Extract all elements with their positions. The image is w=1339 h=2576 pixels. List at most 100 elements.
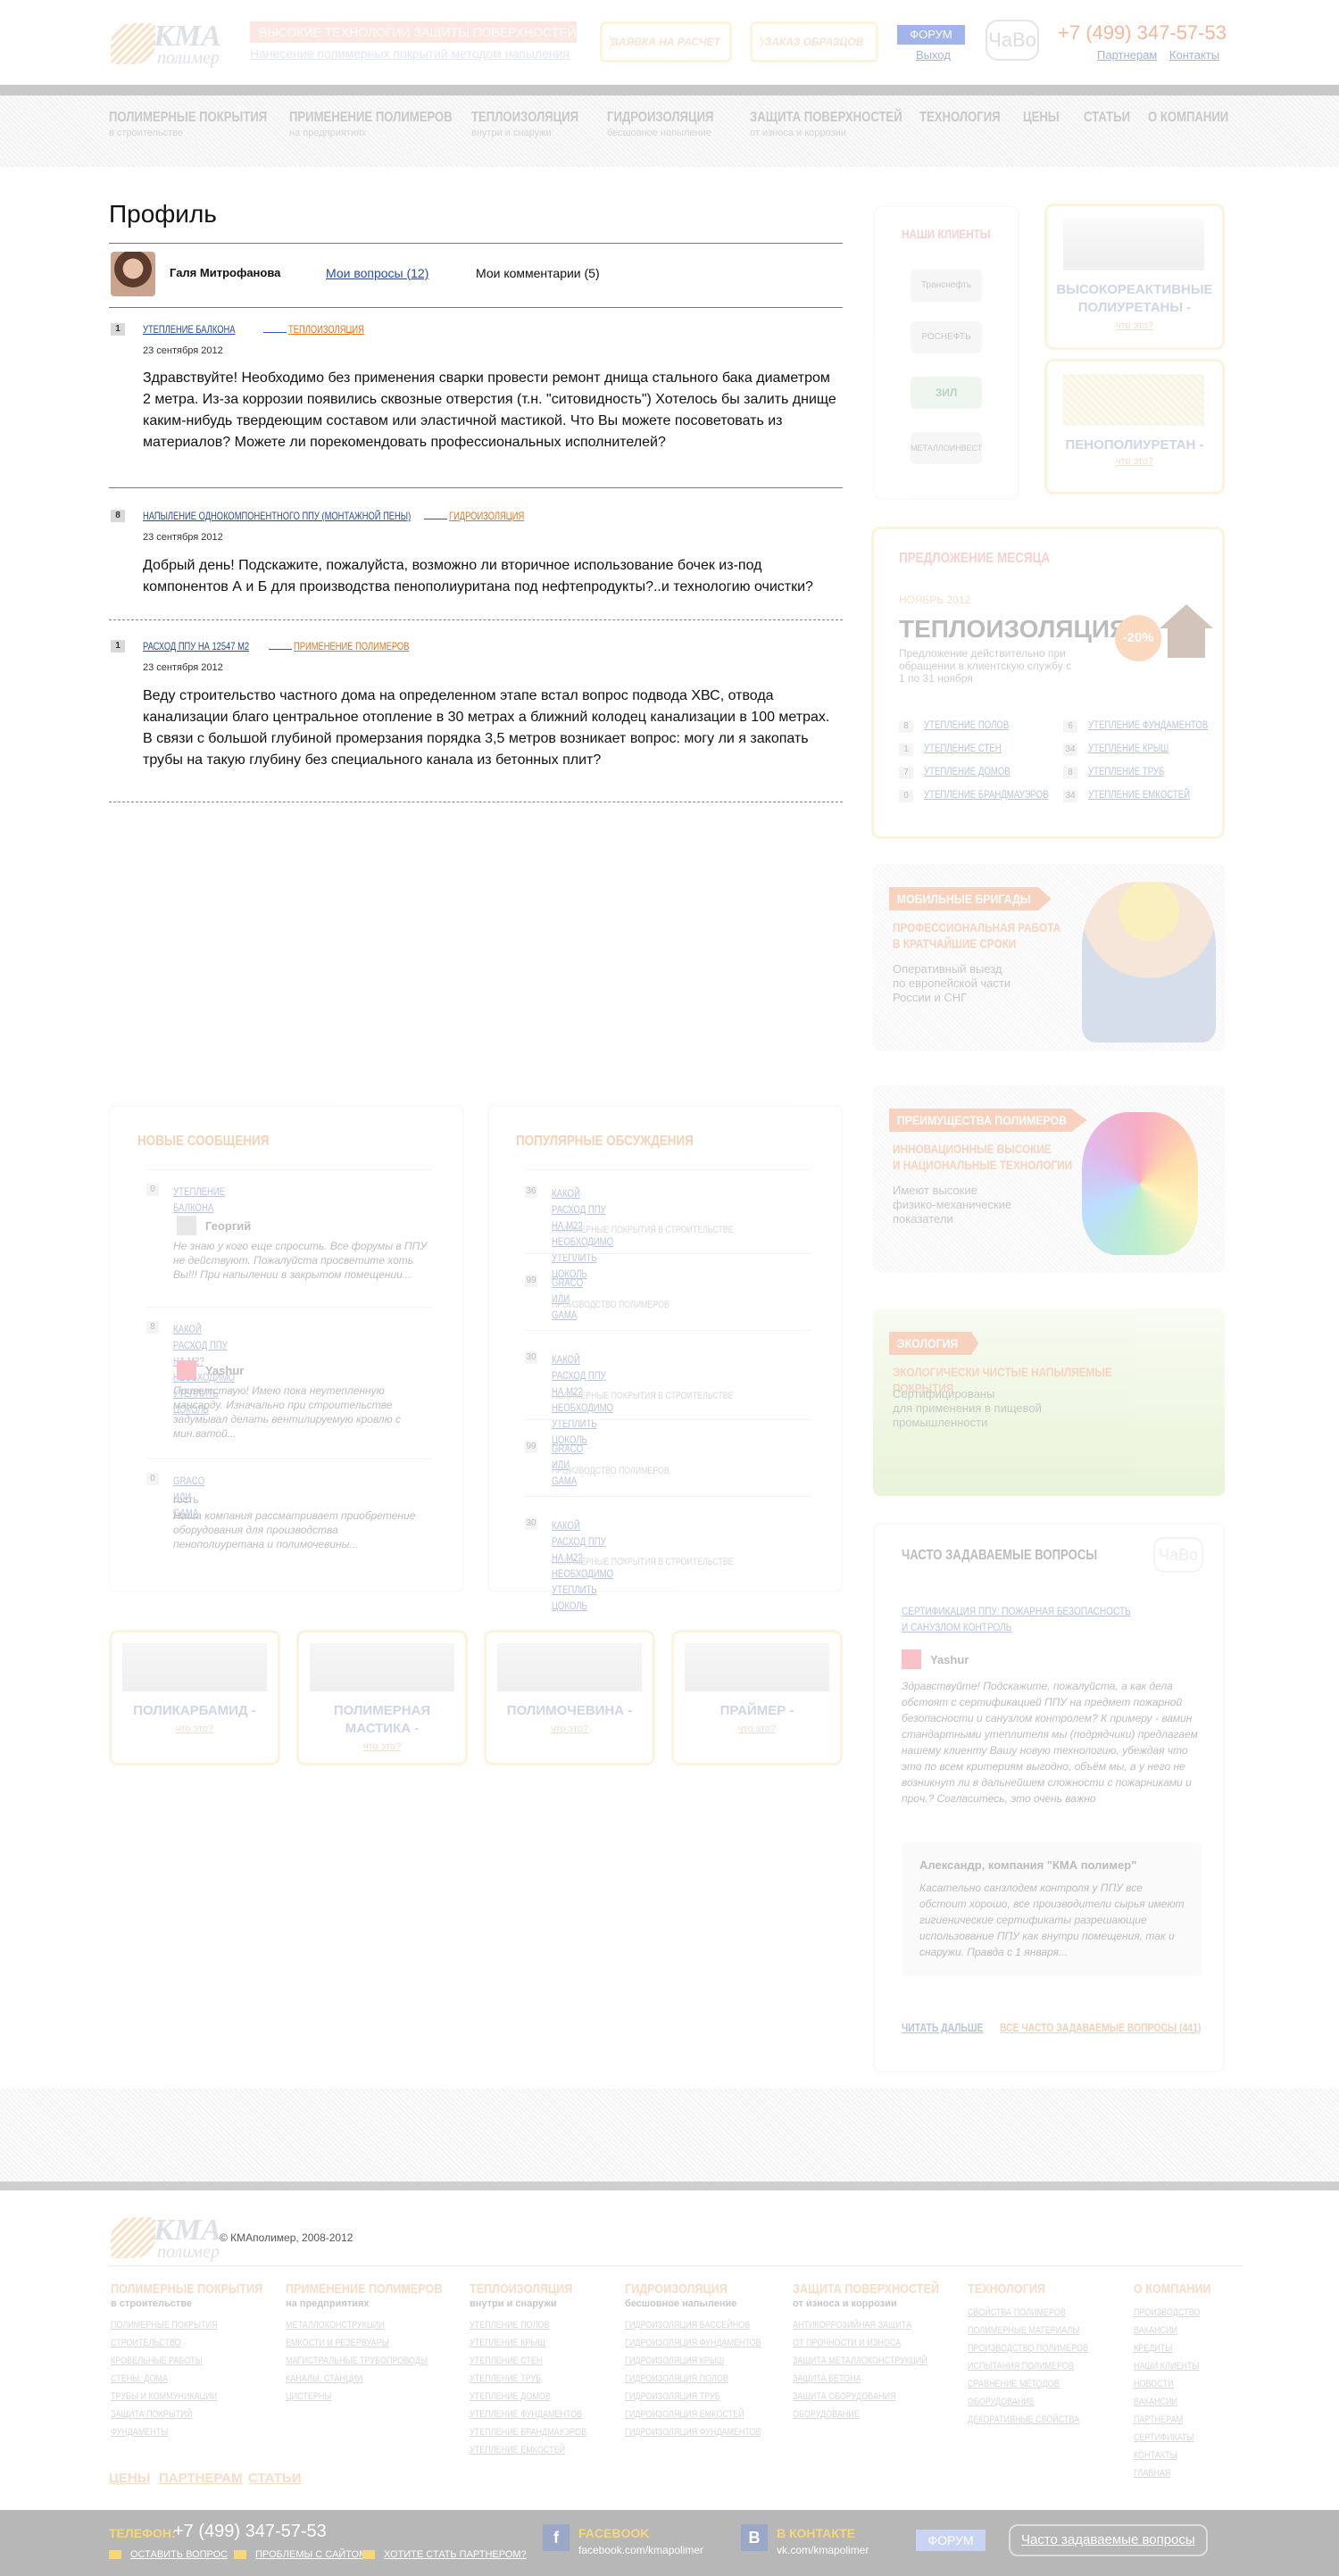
facebook-icon: f (543, 2524, 570, 2551)
product-what-link[interactable]: что это? (492, 1724, 647, 1734)
nav-item-coatings[interactable]: ПОЛИМЕРНЫЕ ПОКРЫТИЯ в строительстве (109, 110, 302, 138)
product-card-primer[interactable]: ПРАЙМЕР - что это? (671, 1630, 843, 1766)
nav-item-technology[interactable]: ТЕХНОЛОГИЯ (919, 110, 1018, 126)
forum-link[interactable]: ФОРУМ (897, 25, 965, 45)
question-breadcrumb: РАСХОД ППУ НА 12547 М2 ПРИМЕНЕНИЕ ПОЛИМЕР… (143, 640, 442, 652)
question-section-link[interactable]: ТЕПЛОИЗОЛЯЦИЯ (288, 323, 364, 336)
offer-list-item[interactable]: 7 УТЕПЛЕНИЕ ДОМОВ (899, 765, 1032, 779)
nav-item-insulation[interactable]: ТЕПЛОИЗОЛЯЦИЯ внутри и снаружи (471, 110, 602, 138)
arrow-right-icon (268, 642, 292, 650)
request-quote-button[interactable]: ЗАЯВКА НА РАСЧЕТ (600, 21, 732, 62)
divider (525, 1496, 811, 1497)
footer-logo[interactable]: КМА полимер (111, 2214, 236, 2263)
question-category-link[interactable]: УТЕПЛЕНИЕ БАЛКОНА (143, 323, 236, 336)
site-logo[interactable]: КМА полимер (111, 20, 236, 69)
header-subtagline[interactable]: Нанесение полимерных покрытий методом на… (250, 46, 570, 61)
envelope-icon (109, 2550, 121, 2560)
nav-item-about[interactable]: О КОМПАНИИ (1148, 110, 1246, 126)
offer-list-item[interactable]: 0 УТЕПЛЕНИЕ БРАНДМАУЭРОВ (899, 788, 1080, 802)
footer-forum-link[interactable]: ФОРУМ (916, 2530, 986, 2551)
footer-phone: +7 (499) 347-57-53 (173, 2522, 327, 2541)
footer-faq-link[interactable]: Часто задаваемые вопросы (1009, 2524, 1208, 2556)
promo-polymer-advantages[interactable]: ПРЕИМУЩЕСТВА ПОЛИМЕРОВ ИННОВАЦИОННЫЕ ВЫС… (873, 1085, 1225, 1273)
offer-headline: ТЕПЛОИЗОЛЯЦИЯ (899, 615, 1128, 643)
offer-title: ПРЕДЛОЖЕНИЕ МЕСЯЦА (899, 551, 1051, 566)
product-title: ВЫСОКОРЕАКТИВНЫЕ ПОЛИУРЕТАНЫ - (1056, 282, 1213, 315)
question-section-link[interactable]: ГИДРОИЗОЛЯЦИЯ (449, 510, 524, 522)
question-category-link[interactable]: НАПЫЛЕНИЕ ОДНОКОМПОНЕНТНОГО ППУ (МОНТАЖН… (143, 510, 411, 522)
author-name: Yashur (205, 1364, 245, 1377)
product-what-link[interactable]: что это? (117, 1724, 272, 1734)
product-card-hr-polyurethanes[interactable]: ВЫСОКОРЕАКТИВНЫЕ ПОЛИУРЕТАНЫ - что это? (1044, 204, 1225, 350)
offer-month: НОЯБРЬ 2012 (899, 594, 971, 606)
logout-link[interactable]: Выход (916, 48, 951, 62)
topic-link[interactable]: УТЕПЛЕНИЕ БАЛКОНА (173, 1184, 225, 1216)
order-samples-button[interactable]: ЗАКАЗ ОБРАЗЦОВ (750, 21, 878, 62)
topic-link[interactable]: GRACO ИЛИ GAMA (552, 1275, 583, 1323)
offer-list-item[interactable]: 34 УТЕПЛЕНИЕ ЕМКОСТЕЙ (1063, 788, 1216, 802)
product-image (497, 1643, 642, 1691)
arrow-right-icon (423, 511, 447, 519)
product-card-mastic[interactable]: ПОЛИМЕРНАЯ МАСТИКА - что это? (296, 1630, 468, 1766)
faq-badge-icon[interactable]: ЧаВо (986, 20, 1039, 61)
product-card-ppu[interactable]: ПЕНОПОЛИУРЕТАН - что это? (1044, 359, 1225, 494)
divider (109, 243, 843, 244)
product-what-link[interactable]: что это? (1056, 456, 1213, 467)
promo-mobile-teams[interactable]: МОБИЛЬНЫЕ БРИГАДЫ ПРОФЕССИОНАЛЬНАЯ РАБОТ… (873, 864, 1225, 1051)
message-excerpt: Приветствую! Имею пока неутепленную манс… (173, 1384, 401, 1440)
partners-link[interactable]: Партнерам (1097, 48, 1157, 62)
footer-articles-link[interactable]: СТАТЬИ (248, 2471, 302, 2486)
product-title: ПОЛИМОЧЕВИНА - (506, 1703, 633, 1718)
product-what-link[interactable]: что это? (1056, 320, 1213, 331)
topic-section: ПОЛИМЕРНЫЕ ПОКРЫТИЯ В СТРОИТЕЛЬСТВЕ (552, 1557, 734, 1567)
my-comments-tab[interactable]: Мои комментарии (5) (476, 266, 600, 280)
faq-question-link[interactable]: СЕРТИФИКАЦИЯ ППУ: ПОЖАРНАЯ БЕЗОПАСНОСТЬ … (902, 1603, 1131, 1635)
header-phone: +7 (499) 347-57-53 (1058, 21, 1227, 44)
client-logo: РОСНЕФТЬ (911, 321, 982, 353)
question-category-link[interactable]: РАСХОД ППУ НА 12547 М2 (143, 640, 249, 652)
product-what-link[interactable]: что это? (679, 1724, 835, 1734)
offer-list-item[interactable]: 8 УТЕПЛЕНИЕ ПОЛОВ (899, 719, 1030, 733)
ask-question-link[interactable]: ОСТАВИТЬ ВОПРОС (109, 2549, 228, 2560)
nav-item-waterproofing[interactable]: ГИДРОИЗОЛЯЦИЯ бесшовное напыление (607, 110, 737, 138)
nav-item-prices[interactable]: ЦЕНЫ (1023, 110, 1068, 126)
question-section-link[interactable]: ПРИМЕНЕНИЕ ПОЛИМЕРОВ (294, 640, 409, 652)
divider (525, 1253, 811, 1254)
offer-list-item[interactable]: 8 УТЕПЛЕНИЕ ТРУБ (1063, 765, 1184, 779)
product-image (310, 1643, 454, 1691)
arrow-right-icon (262, 325, 287, 333)
panel-title: ПОПУЛЯРНЫЕ ОБСУЖДЕНИЯ (516, 1134, 694, 1149)
faq-title: ЧАСТО ЗАДАВАЕМЫЕ ВОПРОСЫ (902, 1548, 1098, 1563)
answer-count-badge: 1 (111, 640, 125, 652)
product-card-polyurea[interactable]: ПОЛИМОЧЕВИНА - что это? (484, 1630, 655, 1766)
footer-divider (0, 2181, 1339, 2190)
contacts-link[interactable]: Контакты (1169, 48, 1219, 62)
nav-item-protection[interactable]: ЗАЩИТА ПОВЕРХНОСТЕЙ от износа и коррозии (750, 110, 936, 138)
offer-list-item[interactable]: 34 УТЕПЛЕНИЕ КРЫШ (1063, 742, 1189, 756)
topic-section: ПОЛИМЕРНЫЕ ПОКРЫТИЯ В СТРОИТЕЛЬСТВЕ (552, 1391, 734, 1401)
my-questions-tab[interactable]: Мои вопросы (12) (326, 266, 428, 280)
all-faq-link[interactable]: ВСЕ ЧАСТО ЗАДАВАЕМЫЕ ВОПРОСЫ (441) (1000, 2021, 1201, 2034)
offer-list-item[interactable]: 6 УТЕПЛЕНИЕ ФУНДАМЕНТОВ (1063, 719, 1238, 733)
read-more-link[interactable]: ЧИТАТЬ ДАЛЬШЕ (902, 2021, 983, 2034)
user-avatar-icon (177, 1360, 196, 1380)
nav-item-polymers[interactable]: ПРИМЕНЕНИЕ ПОЛИМЕРОВ на предприятиях (289, 110, 488, 138)
promo-ecology[interactable]: ЭКОЛОГИЯ ЭКОЛОГИЧЕСКИ ЧИСТЫЕ НАПЫЛЯЕМЫЕ … (873, 1309, 1225, 1496)
site-problems-link[interactable]: ПРОБЛЕМЫ С САЙТОМ? (234, 2549, 372, 2560)
become-partner-link[interactable]: ХОТИТЕ СТАТЬ ПАРТНЕРОМ? (362, 2549, 527, 2560)
product-card-polycarbamide[interactable]: ПОЛИКАРБАМИД - что это? (109, 1630, 280, 1766)
panel-title: НОВЫЕ СООБЩЕНИЯ (137, 1134, 270, 1149)
product-what-link[interactable]: что это? (304, 1741, 460, 1752)
offer-list-item[interactable]: 1 УТЕПЛЕНИЕ СТЕН (899, 742, 1020, 756)
client-logo: МЕТАЛЛОИНВЕСТ (911, 432, 982, 464)
client-logo: ЗИЛ (911, 377, 982, 409)
answer-count-badge: 1 (111, 323, 125, 336)
footer-partners-link[interactable]: ПАРТНЕРАМ (159, 2471, 242, 2486)
footer-prices-link[interactable]: ЦЕНЫ (109, 2471, 150, 2486)
copyright: © КМАполимер, 2008-2012 (220, 2231, 353, 2244)
divider (146, 1169, 432, 1170)
topic-link[interactable]: GRACO ИЛИ GAMA (552, 1441, 583, 1489)
product-title: ПОЛИМЕРНАЯ МАСТИКА - (333, 1703, 431, 1736)
topic-section: ПОЛИМЕРНЫЕ ПОКРЫТИЯ В СТРОИТЕЛЬСТВЕ (552, 1225, 734, 1235)
nav-item-articles[interactable]: СТАТЬИ (1084, 110, 1140, 126)
